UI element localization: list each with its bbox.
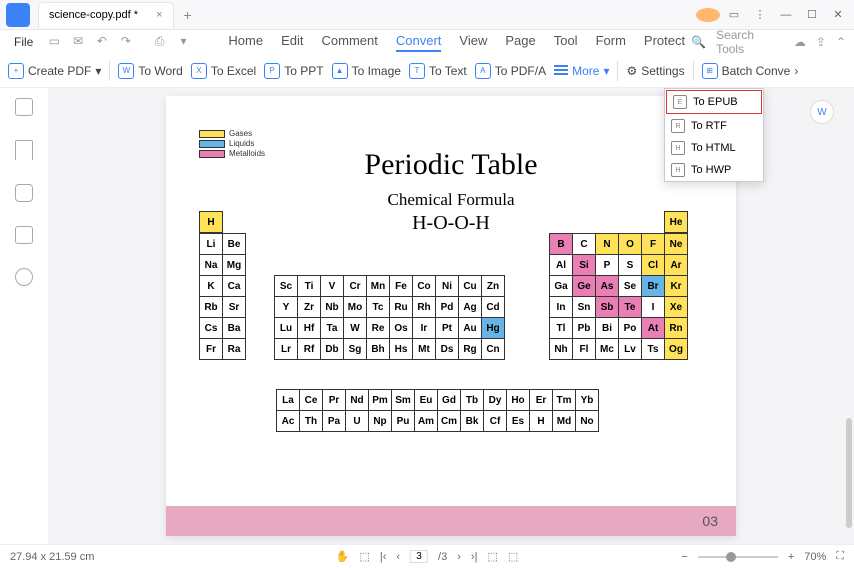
to-excel-button[interactable]: XTo Excel bbox=[191, 63, 256, 79]
notification-icon[interactable] bbox=[696, 8, 720, 22]
tab-edit[interactable]: Edit bbox=[281, 33, 303, 52]
comments-icon[interactable] bbox=[15, 184, 33, 202]
pdf-page: Gases Liquids Metalloids Periodic Table … bbox=[166, 96, 736, 536]
more-button[interactable]: More ▾ bbox=[554, 64, 609, 78]
create-pdf-button[interactable]: +Create PDF ▾ bbox=[8, 63, 101, 79]
tab-title: science-copy.pdf * bbox=[49, 9, 138, 21]
word-icon: W bbox=[118, 63, 134, 79]
app-logo bbox=[6, 3, 30, 27]
sidebar bbox=[0, 88, 48, 544]
word-badge-icon[interactable]: W bbox=[810, 100, 834, 124]
close-window-icon[interactable]: ✕ bbox=[826, 8, 850, 21]
zoom-in-icon[interactable]: + bbox=[788, 551, 794, 563]
to-pdfa-button[interactable]: ATo PDF/A bbox=[475, 63, 546, 79]
plus-icon: + bbox=[8, 63, 24, 79]
pdfa-icon: A bbox=[475, 63, 491, 79]
minimize-icon[interactable]: — bbox=[774, 9, 798, 21]
page-total: /3 bbox=[438, 551, 447, 563]
sidebar-search-icon[interactable] bbox=[15, 268, 33, 286]
undo-icon[interactable]: ↶ bbox=[93, 34, 111, 50]
to-image-button[interactable]: ▲To Image bbox=[332, 63, 401, 79]
tab-comment[interactable]: Comment bbox=[322, 33, 378, 52]
page-dimensions: 27.94 x 21.59 cm bbox=[10, 551, 94, 563]
select-tool-icon[interactable]: ⬚ bbox=[359, 550, 369, 563]
share-icon[interactable]: ⇪ bbox=[816, 35, 826, 49]
tab-form[interactable]: Form bbox=[596, 33, 626, 52]
hand-tool-icon[interactable]: ✋ bbox=[336, 550, 350, 563]
collapse-ribbon-icon[interactable]: ⌃ bbox=[836, 35, 846, 49]
to-rtf-item[interactable]: RTo RTF bbox=[665, 115, 763, 137]
batch-convert-button[interactable]: ⊞Batch Conve › bbox=[702, 63, 799, 79]
tab-tool[interactable]: Tool bbox=[554, 33, 578, 52]
thumbnails-icon[interactable] bbox=[15, 98, 33, 116]
fullscreen-icon[interactable]: ⛶ bbox=[836, 550, 844, 563]
excel-icon: X bbox=[191, 63, 207, 79]
mail-icon[interactable]: ✉ bbox=[69, 34, 87, 50]
main-tab-strip: Home Edit Comment Convert View Page Tool… bbox=[228, 33, 685, 52]
bookmark-icon[interactable] bbox=[15, 140, 33, 160]
to-text-button[interactable]: TTo Text bbox=[409, 63, 467, 79]
to-ppt-button[interactable]: PTo PPT bbox=[264, 63, 323, 79]
document-tab[interactable]: science-copy.pdf * × bbox=[38, 2, 174, 28]
zoom-slider[interactable] bbox=[698, 556, 778, 558]
file-menu[interactable]: File bbox=[8, 33, 39, 51]
tab-home[interactable]: Home bbox=[228, 33, 263, 52]
tab-page[interactable]: Page bbox=[505, 33, 535, 52]
first-page-icon[interactable]: |‹ bbox=[380, 551, 387, 563]
to-epub-item[interactable]: ETo EPUB bbox=[666, 90, 762, 114]
attachments-icon[interactable] bbox=[15, 226, 33, 244]
gear-icon: ⚙ bbox=[626, 64, 637, 78]
ppt-icon: P bbox=[264, 63, 280, 79]
html-icon: H bbox=[671, 141, 685, 155]
kebab-icon[interactable]: ⋮ bbox=[748, 8, 772, 21]
zoom-value[interactable]: 70% bbox=[804, 551, 826, 563]
next-page-icon[interactable]: › bbox=[457, 551, 461, 563]
to-word-button[interactable]: WTo Word bbox=[118, 63, 182, 79]
to-html-item[interactable]: HTo HTML bbox=[665, 137, 763, 159]
save-icon[interactable]: ▭ bbox=[45, 34, 63, 50]
image-icon: ▲ bbox=[332, 63, 348, 79]
batch-icon: ⊞ bbox=[702, 63, 718, 79]
epub-icon: E bbox=[673, 95, 687, 109]
hamburger-icon bbox=[554, 65, 568, 77]
zoom-out-icon[interactable]: − bbox=[681, 551, 687, 563]
print-icon[interactable]: ⎙ bbox=[151, 34, 169, 50]
tab-protect[interactable]: Protect bbox=[644, 33, 685, 52]
panel-icon[interactable]: ▭ bbox=[722, 8, 746, 21]
page-input[interactable] bbox=[410, 550, 428, 563]
page-subtitle: Chemical Formula bbox=[166, 190, 736, 210]
page-number-footer: 03 bbox=[166, 506, 736, 536]
rtf-icon: R bbox=[671, 119, 685, 133]
tab-convert[interactable]: Convert bbox=[396, 33, 442, 52]
fit-width-icon[interactable]: ⬚ bbox=[487, 550, 497, 563]
search-placeholder[interactable]: Search Tools bbox=[716, 28, 784, 56]
cloud-icon[interactable]: ☁ bbox=[794, 35, 806, 49]
legend: Gases Liquids Metalloids bbox=[199, 129, 265, 159]
search-icon[interactable]: 🔍 bbox=[691, 35, 706, 49]
hwp-icon: H bbox=[671, 163, 685, 177]
maximize-icon[interactable]: ☐ bbox=[800, 8, 824, 21]
redo-icon[interactable]: ↷ bbox=[117, 34, 135, 50]
document-viewport[interactable]: Gases Liquids Metalloids Periodic Table … bbox=[48, 88, 854, 544]
more-dropdown: ETo EPUB RTo RTF HTo HTML HTo HWP bbox=[664, 88, 764, 182]
fit-page-icon[interactable]: ⬚ bbox=[508, 550, 518, 563]
to-hwp-item[interactable]: HTo HWP bbox=[665, 159, 763, 181]
print-dropdown-icon[interactable]: ▾ bbox=[175, 34, 193, 50]
last-page-icon[interactable]: ›| bbox=[471, 551, 478, 563]
settings-button[interactable]: ⚙Settings bbox=[626, 64, 684, 78]
vertical-scrollbar[interactable] bbox=[846, 418, 852, 528]
prev-page-icon[interactable]: ‹ bbox=[396, 551, 400, 563]
tab-view[interactable]: View bbox=[459, 33, 487, 52]
formula: H-O-O-H bbox=[166, 212, 736, 235]
new-tab-button[interactable]: + bbox=[184, 7, 192, 23]
text-icon: T bbox=[409, 63, 425, 79]
close-tab-icon[interactable]: × bbox=[156, 9, 162, 21]
